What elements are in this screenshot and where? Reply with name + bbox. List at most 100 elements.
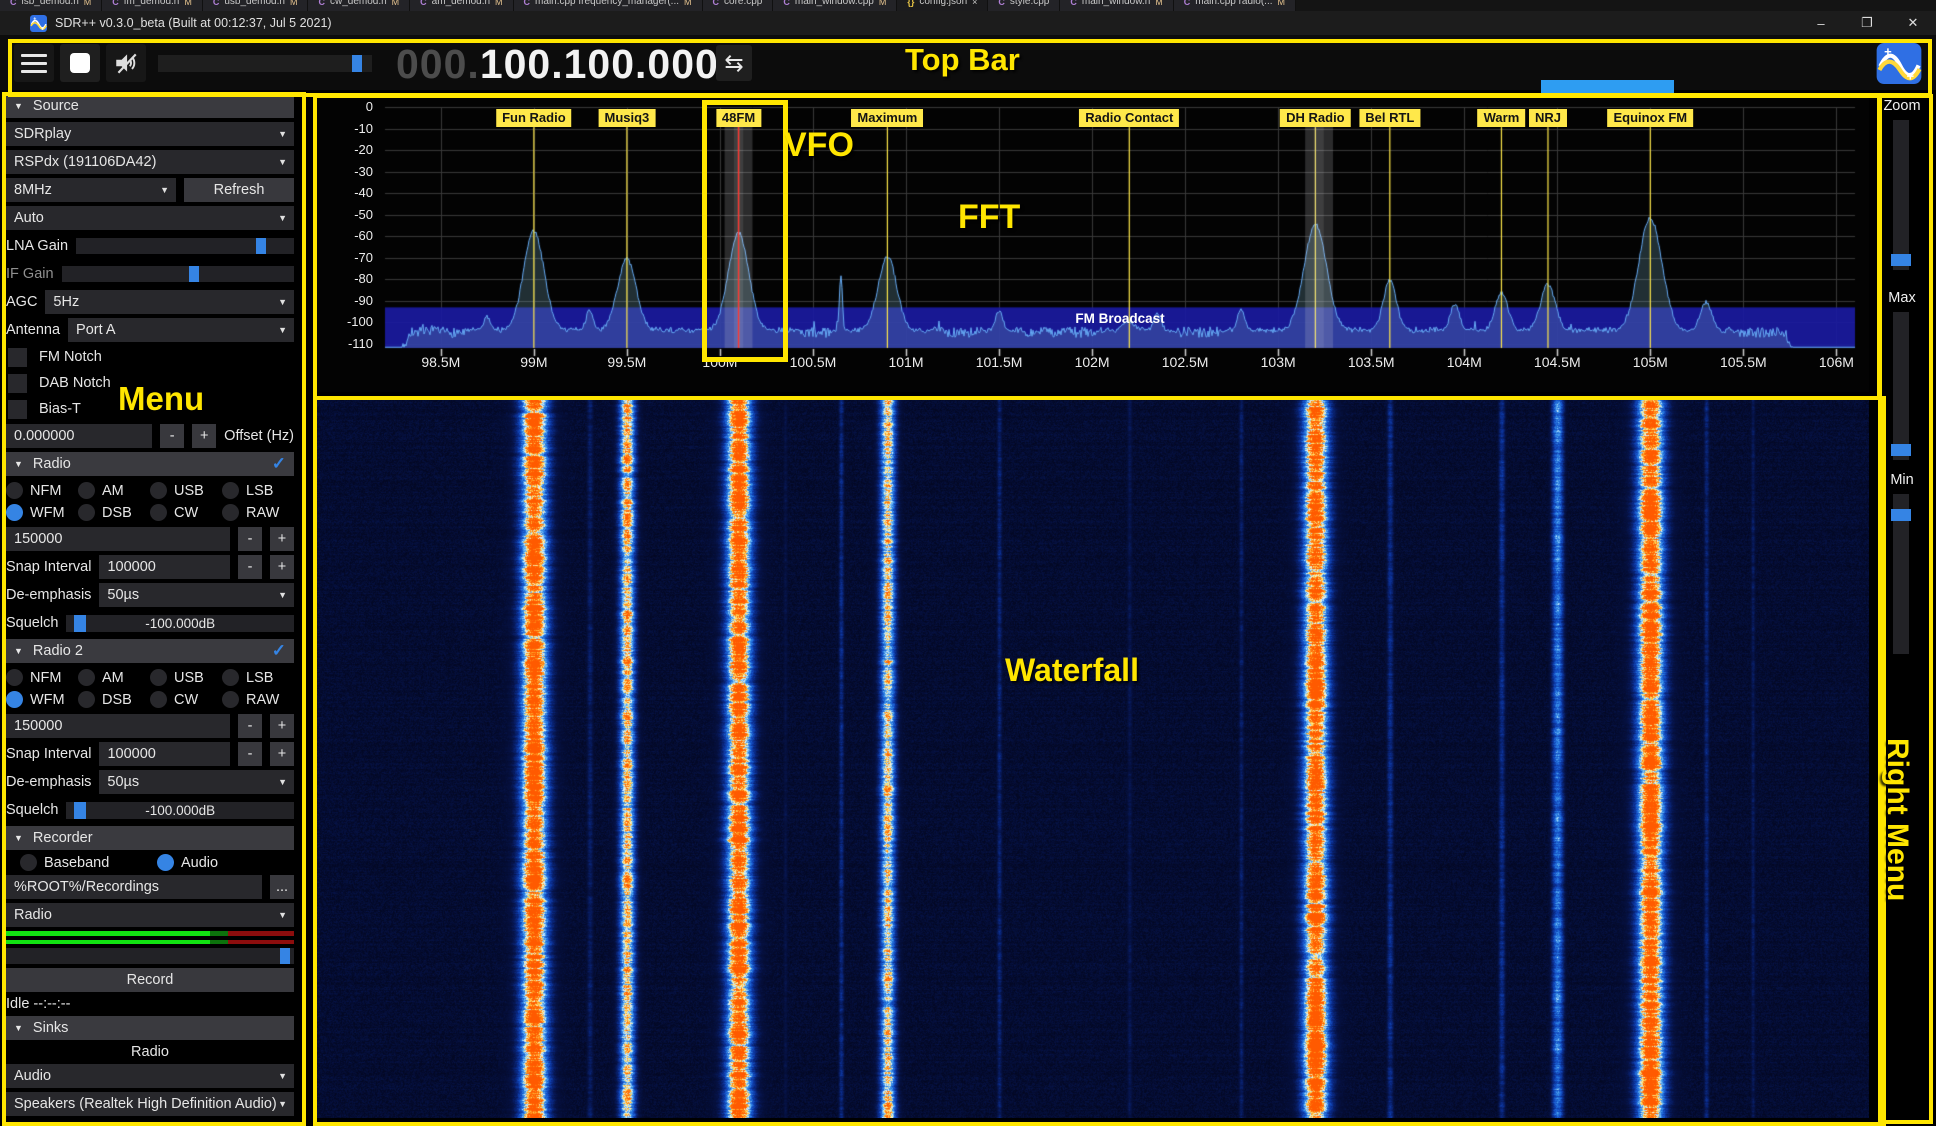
refresh-button[interactable]: Refresh <box>184 178 294 202</box>
squelch-slider[interactable]: -100.000dB <box>66 802 294 819</box>
lna-gain-slider[interactable] <box>76 238 294 254</box>
snap-increment-button[interactable]: + <box>270 742 294 766</box>
min-slider[interactable] <box>1893 494 1909 654</box>
mode-dsb[interactable]: DSB <box>78 504 150 521</box>
source-device-select[interactable]: RSPdx (191106DA42) ▼ <box>6 150 294 174</box>
browse-button[interactable]: ... <box>270 875 294 899</box>
offset-input[interactable]: 0.000000 <box>6 424 152 448</box>
station-label[interactable]: Musiq3 <box>598 109 655 127</box>
radio2-bandwidth-input[interactable]: 150000 <box>6 714 230 738</box>
recorder-volume-slider[interactable] <box>6 948 294 964</box>
squelch-slider[interactable]: -100.000dB <box>66 615 294 632</box>
editor-tab[interactable]: Cmain_window.hM <box>1060 0 1173 11</box>
snap-decrement-button[interactable]: - <box>238 742 262 766</box>
enabled-check-icon[interactable]: ✓ <box>272 454 286 474</box>
editor-tab[interactable]: Cfm_demod.hM <box>102 0 203 11</box>
stop-button[interactable] <box>60 44 100 82</box>
zoom-slider[interactable] <box>1893 120 1909 270</box>
frequency-digits[interactable]: 100.100.000 <box>480 41 719 87</box>
mode-am[interactable]: AM <box>78 669 150 686</box>
bandwidth-increment-button[interactable]: + <box>270 714 294 738</box>
volume-slider[interactable] <box>158 55 372 72</box>
editor-tab[interactable]: Cusb_demod.hM <box>203 0 309 11</box>
station-label[interactable]: Maximum <box>851 109 923 127</box>
station-label[interactable]: Fun Radio <box>496 109 572 127</box>
snap-interval-input[interactable]: 100000 <box>99 555 230 579</box>
offset-increment-button[interactable]: + <box>192 424 216 448</box>
if-gain-slider[interactable] <box>62 266 294 282</box>
tab-close-icon[interactable]: × <box>972 0 977 11</box>
sdrpp-logo-button[interactable]: + + <box>1876 43 1922 84</box>
editor-tab[interactable]: Cstyle.cpp <box>988 0 1060 11</box>
source-driver-select[interactable]: SDRplay ▼ <box>6 122 294 146</box>
frequency-dim-digits[interactable]: 000. <box>396 41 480 87</box>
frequency-display[interactable]: 000.100.100.000 <box>396 41 719 88</box>
section-header-radio[interactable]: ▼ Radio ✓ <box>6 452 294 476</box>
mode-raw[interactable]: RAW <box>222 504 294 521</box>
waterfall[interactable] <box>317 396 1869 1118</box>
mode-am[interactable]: AM <box>78 482 150 499</box>
mode-wfm[interactable]: WFM <box>6 504 78 521</box>
editor-tab[interactable]: Cmain.cpp radio(...M <box>1174 0 1296 11</box>
station-label[interactable]: Bel RTL <box>1359 109 1420 127</box>
editor-tab[interactable]: Ccore.cpp <box>703 0 774 11</box>
editor-tab[interactable]: Ccw_demod.hM <box>308 0 410 11</box>
mode-lsb[interactable]: LSB <box>222 482 294 499</box>
station-label[interactable]: Warm <box>1478 109 1526 127</box>
section-header-radio2[interactable]: ▼ Radio 2 ✓ <box>6 639 294 663</box>
sink-device-select[interactable]: Speakers (Realtek High Definition Audio)… <box>6 1092 294 1116</box>
enabled-check-icon[interactable]: ✓ <box>272 641 286 661</box>
station-label[interactable]: 48FM <box>716 109 761 127</box>
if-mode-select[interactable]: Auto ▼ <box>6 206 294 230</box>
volume-slider-handle[interactable] <box>352 55 362 72</box>
bandwidth-increment-button[interactable]: + <box>270 527 294 551</box>
editor-tab[interactable]: Clsb_demod.hM <box>0 0 102 11</box>
slider-handle[interactable] <box>1891 509 1911 521</box>
snap-decrement-button[interactable]: - <box>238 555 262 579</box>
deemphasis-select[interactable]: 50µs ▼ <box>99 770 294 794</box>
mode-dsb[interactable]: DSB <box>78 691 150 708</box>
editor-tab[interactable]: Cmain_window.cppM <box>773 0 897 11</box>
sink-type-select[interactable]: Audio ▼ <box>6 1064 294 1088</box>
station-label[interactable]: DH Radio <box>1280 109 1351 127</box>
slider-handle[interactable] <box>256 238 266 254</box>
mode-usb[interactable]: USB <box>150 482 222 499</box>
section-header-recorder[interactable]: ▼ Recorder <box>6 826 294 850</box>
squelch-handle[interactable] <box>74 802 86 819</box>
section-header-sinks[interactable]: ▼ Sinks <box>6 1016 294 1040</box>
record-button[interactable]: Record <box>6 968 294 992</box>
slider-handle[interactable] <box>1891 444 1911 456</box>
mode-cw[interactable]: CW <box>150 504 222 521</box>
mode-lsb[interactable]: LSB <box>222 669 294 686</box>
deemphasis-select[interactable]: 50µs ▼ <box>99 583 294 607</box>
agc-select[interactable]: 5Hz ▼ <box>45 290 294 314</box>
recorder-mode-baseband[interactable]: Baseband <box>20 854 157 871</box>
bias-t-checkbox[interactable] <box>8 400 27 419</box>
dab-notch-checkbox[interactable] <box>8 374 27 393</box>
antenna-select[interactable]: Port A ▼ <box>68 318 294 342</box>
vfo-swap-button[interactable]: ⇆ <box>716 45 752 81</box>
section-header-source[interactable]: ▼ Source <box>6 94 294 118</box>
maximize-button[interactable]: ❐ <box>1844 11 1890 35</box>
bandwidth-decrement-button[interactable]: - <box>238 527 262 551</box>
fm-notch-checkbox[interactable] <box>8 348 27 367</box>
recorder-stream-select[interactable]: Radio ▼ <box>6 903 294 927</box>
slider-handle[interactable] <box>189 266 199 282</box>
editor-tab[interactable]: Cam_demod.hM <box>410 0 513 11</box>
bandwidth-select[interactable]: 8MHz ▼ <box>6 178 176 202</box>
radio-bandwidth-input[interactable]: 150000 <box>6 527 230 551</box>
offset-decrement-button[interactable]: - <box>160 424 184 448</box>
editor-tab[interactable]: {}config.json× <box>897 0 988 11</box>
station-label[interactable]: Equinox FM <box>1607 109 1693 127</box>
recorder-mode-audio[interactable]: Audio <box>157 854 294 871</box>
minimize-button[interactable]: – <box>1798 11 1844 35</box>
mode-nfm[interactable]: NFM <box>6 669 78 686</box>
recordings-path-input[interactable]: %ROOT%/Recordings <box>6 875 262 899</box>
snap-increment-button[interactable]: + <box>270 555 294 579</box>
editor-tab[interactable]: Cmain.cpp frequency_manager(...M <box>514 0 703 11</box>
close-button[interactable]: ✕ <box>1890 11 1936 35</box>
max-slider[interactable] <box>1893 312 1909 460</box>
station-label[interactable]: Radio Contact <box>1079 109 1179 127</box>
slider-handle[interactable] <box>1891 254 1911 266</box>
mode-wfm[interactable]: WFM <box>6 691 78 708</box>
